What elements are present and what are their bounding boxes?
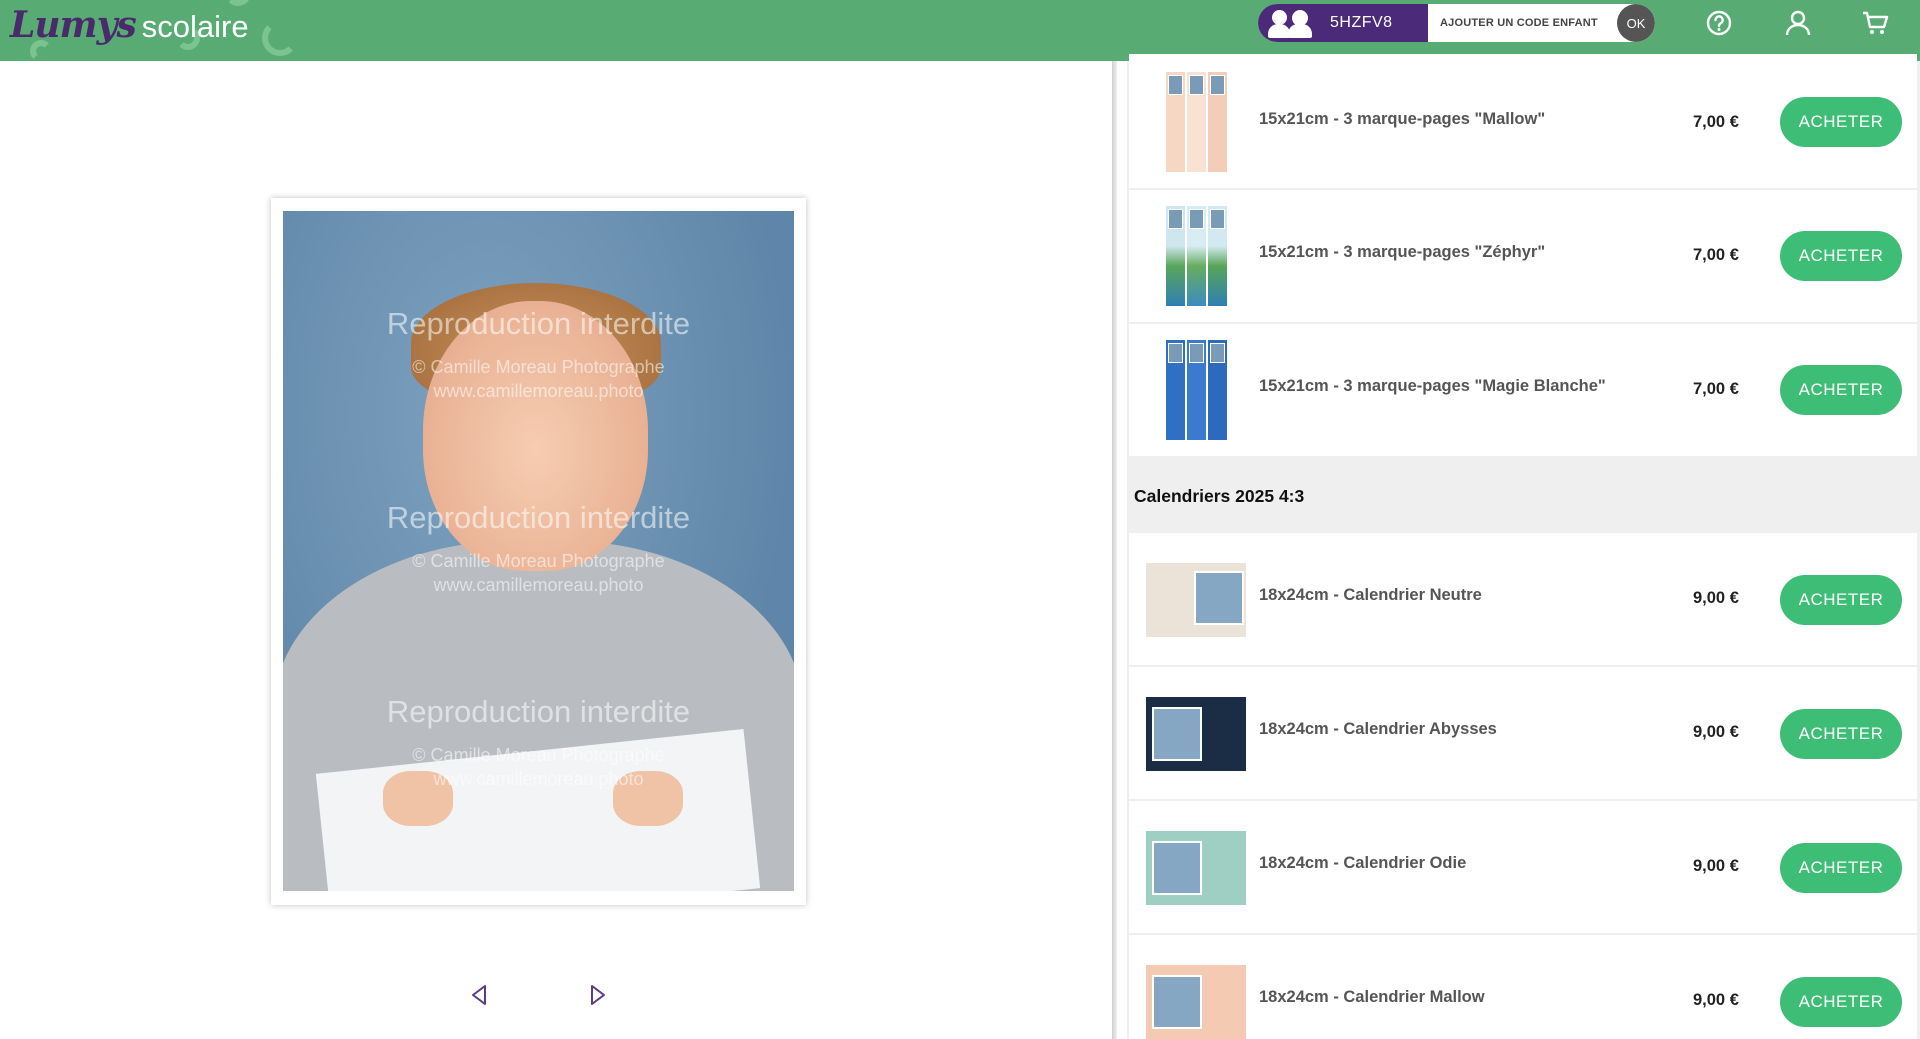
child-code-value: 5HZFV8: [1330, 14, 1393, 31]
product-thumbnail[interactable]: [1146, 533, 1246, 637]
product-name: 18x24cm - Calendrier Odie: [1259, 854, 1467, 872]
product-price: 7,00 €: [1693, 380, 1739, 398]
site-logo[interactable]: Lumys scolaire: [10, 4, 249, 54]
buy-button[interactable]: ACHETER: [1780, 843, 1902, 893]
buy-button[interactable]: ACHETER: [1780, 709, 1902, 759]
product-row: 15x21cm - 3 marque-pages "Zéphyr" 7,00 €…: [1129, 190, 1917, 322]
add-child-code-input[interactable]: AJOUTER UN CODE ENFANT: [1428, 4, 1617, 42]
child-portrait-photo: Reproduction interdite © Camille Moreau …: [283, 211, 794, 891]
top-header: Lumys scolaire 5HZFV8 AJOUTER UN CODE EN…: [0, 0, 1920, 61]
ok-button[interactable]: OK: [1617, 4, 1655, 42]
product-row: 18x24cm - Calendrier Abysses 9,00 € ACHE…: [1129, 667, 1917, 799]
product-name: 18x24cm - Calendrier Neutre: [1259, 586, 1482, 604]
product-row: 15x21cm - 3 marque-pages "Mallow" 7,00 €…: [1129, 54, 1917, 188]
product-name: 18x24cm - Calendrier Mallow: [1259, 988, 1485, 1006]
buy-button[interactable]: ACHETER: [1780, 97, 1902, 147]
product-thumbnail[interactable]: [1146, 206, 1246, 306]
cart-icon[interactable]: [1861, 8, 1891, 38]
panel-divider: [1112, 61, 1117, 1039]
kids-icon: [1258, 4, 1320, 42]
decorative-swirl: [262, 20, 298, 56]
watermark-credit: © Camille Moreau Photographe: [412, 551, 665, 571]
product-thumbnail[interactable]: [1146, 801, 1246, 905]
product-name: 18x24cm - Calendrier Abysses: [1259, 720, 1497, 738]
child-code-widget: 5HZFV8 AJOUTER UN CODE ENFANT OK: [1258, 4, 1655, 42]
buy-button[interactable]: ACHETER: [1780, 365, 1902, 415]
product-price: 7,00 €: [1693, 113, 1739, 131]
section-title-calendars: Calendriers 2025 4:3: [1134, 486, 1305, 506]
photo-preview-frame: Reproduction interdite © Camille Moreau …: [271, 198, 806, 905]
product-row: 18x24cm - Calendrier Neutre 9,00 € ACHET…: [1129, 533, 1917, 665]
watermark-title: Reproduction interdite: [386, 694, 691, 729]
watermark-credit: © Camille Moreau Photographe: [412, 745, 665, 765]
watermark-url: www.camillemoreau.photo: [433, 575, 644, 595]
product-row: 18x24cm - Calendrier Odie 9,00 € ACHETER: [1129, 801, 1917, 933]
watermark-url: www.camillemoreau.photo: [433, 381, 644, 401]
product-thumbnail[interactable]: [1146, 340, 1246, 440]
logo-script-text: Lumys: [10, 4, 137, 46]
buy-button[interactable]: ACHETER: [1780, 977, 1902, 1027]
logo-word-text: scolaire: [141, 9, 249, 44]
product-price: 7,00 €: [1693, 246, 1739, 264]
product-thumbnail[interactable]: [1146, 72, 1246, 172]
help-icon[interactable]: [1704, 8, 1734, 38]
product-row: 18x24cm - Calendrier Mallow 9,00 € ACHET…: [1129, 935, 1917, 1039]
watermark-url: www.camillemoreau.photo: [433, 769, 644, 789]
triangle-left-icon[interactable]: [469, 983, 489, 1007]
current-child-code[interactable]: 5HZFV8: [1258, 4, 1428, 42]
buy-button[interactable]: ACHETER: [1780, 575, 1902, 625]
user-icon[interactable]: [1783, 8, 1813, 38]
product-price: 9,00 €: [1693, 589, 1739, 607]
product-name: 15x21cm - 3 marque-pages "Zéphyr": [1259, 243, 1546, 261]
product-thumbnail[interactable]: [1146, 935, 1246, 1039]
buy-button[interactable]: ACHETER: [1780, 231, 1902, 281]
watermark-credit: © Camille Moreau Photographe: [412, 357, 665, 377]
product-name: 15x21cm - 3 marque-pages "Magie Blanche": [1259, 377, 1606, 395]
product-name: 15x21cm - 3 marque-pages "Mallow": [1259, 110, 1546, 128]
product-price: 9,00 €: [1693, 991, 1739, 1009]
watermark-title: Reproduction interdite: [386, 500, 691, 535]
watermark-title: Reproduction interdite: [386, 306, 691, 341]
product-price: 9,00 €: [1693, 857, 1739, 875]
product-thumbnail[interactable]: [1146, 667, 1246, 771]
product-row: 15x21cm - 3 marque-pages "Magie Blanche"…: [1129, 324, 1917, 456]
triangle-right-icon[interactable]: [588, 983, 608, 1007]
product-price: 9,00 €: [1693, 723, 1739, 741]
